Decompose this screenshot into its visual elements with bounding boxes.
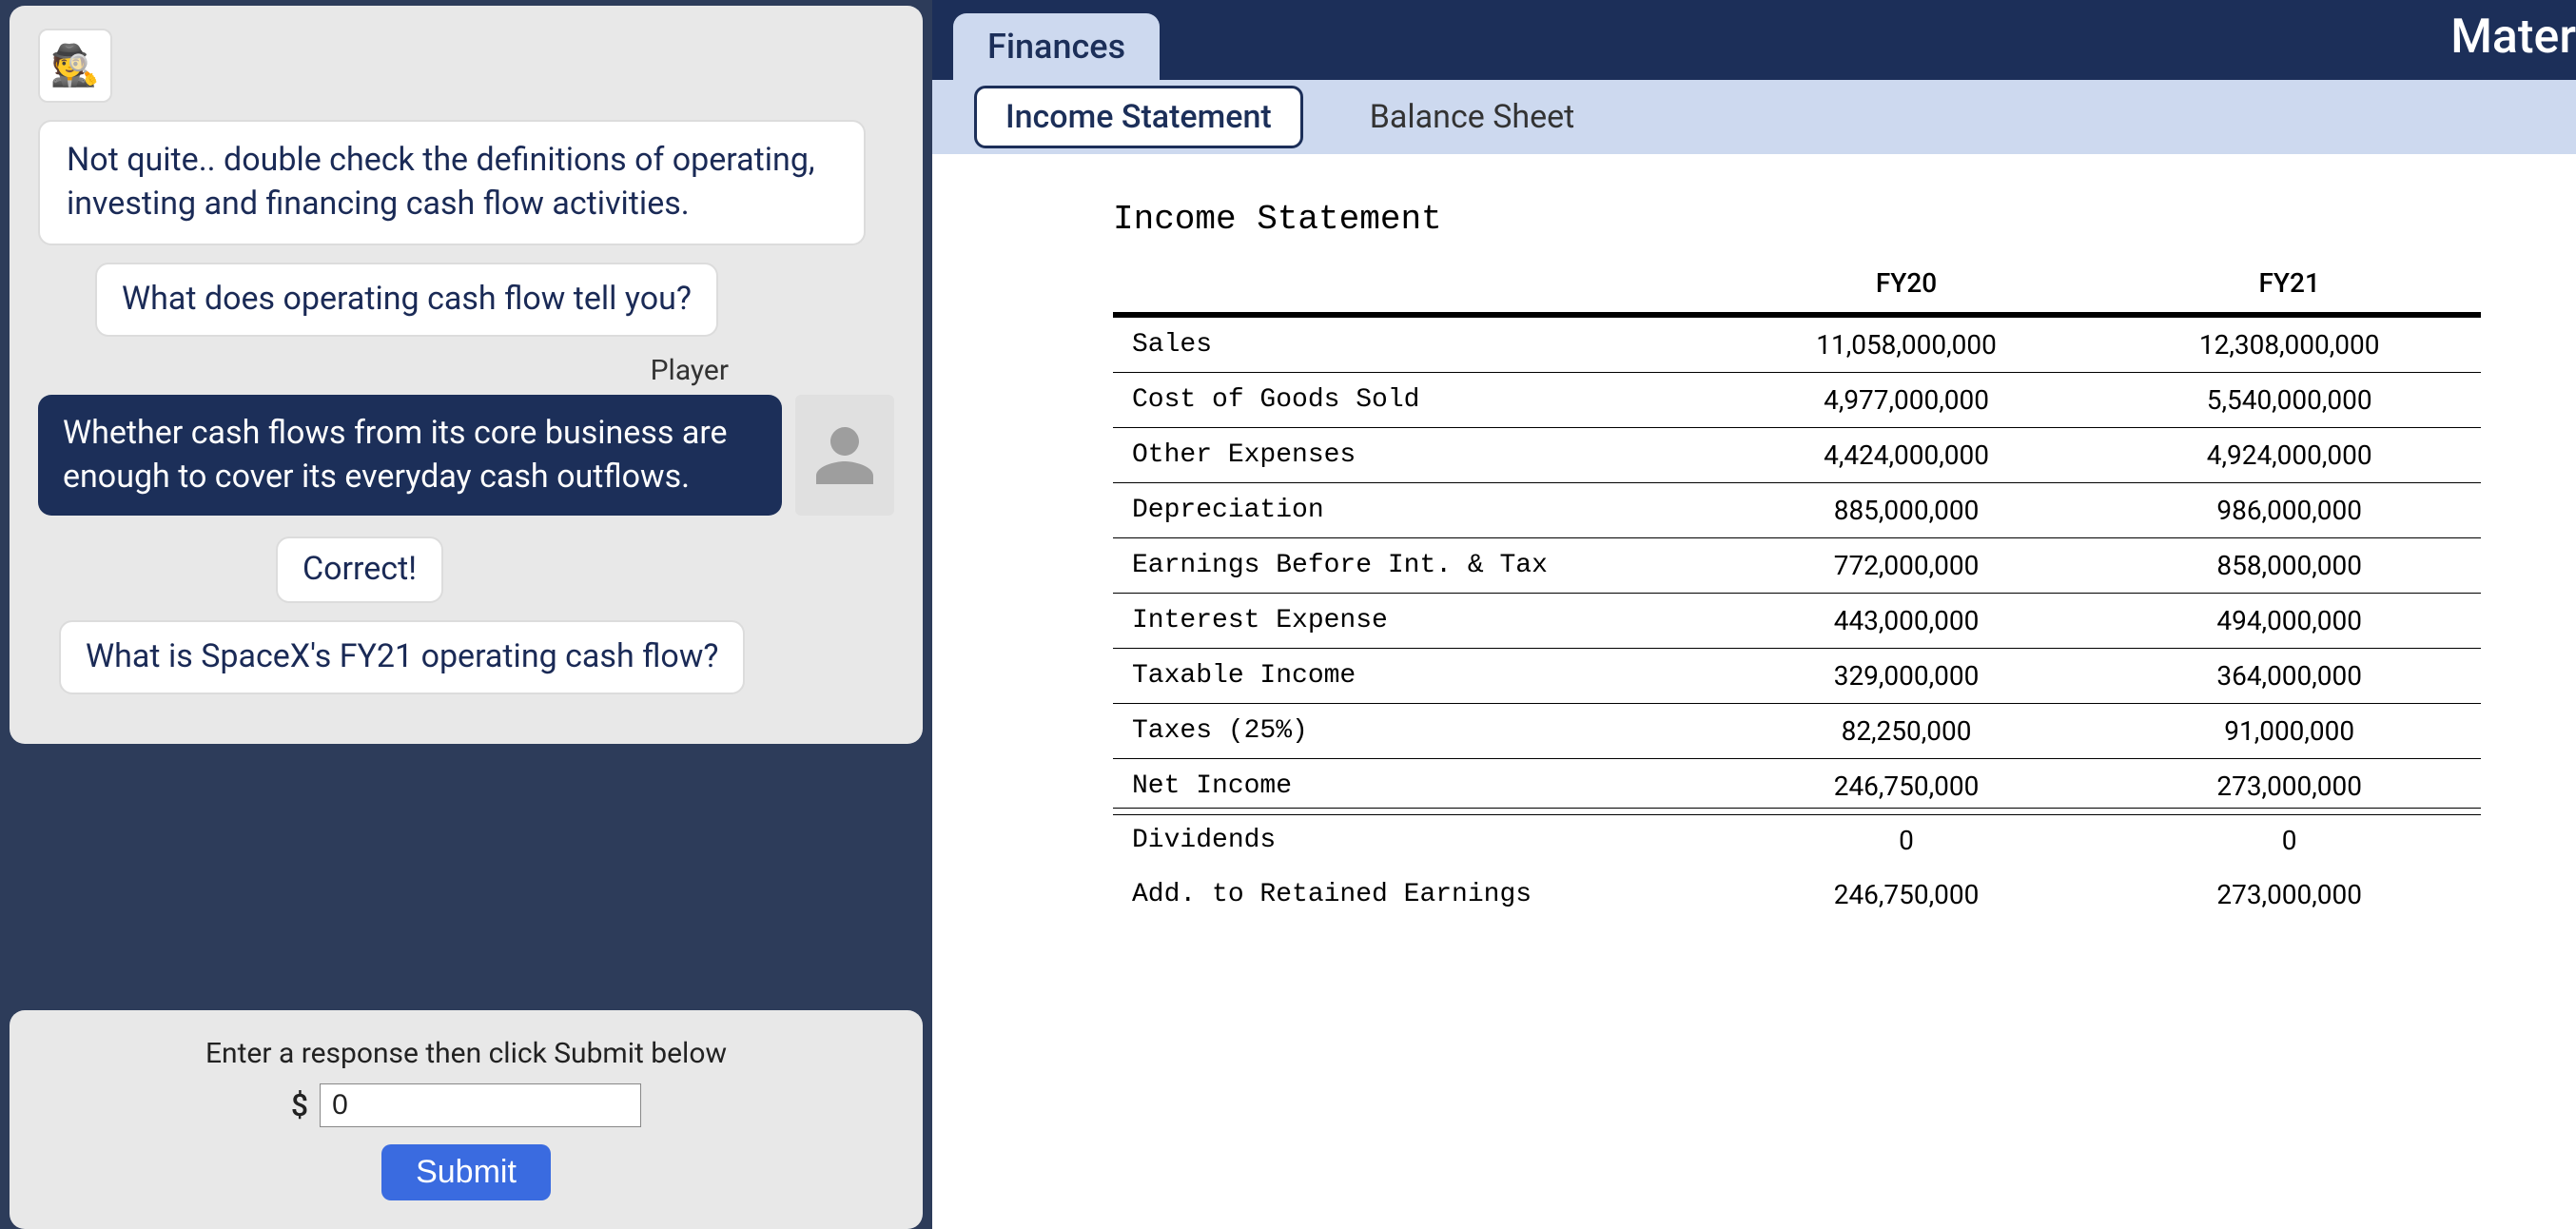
top-bar: Finances Mater [932, 0, 2576, 80]
row-label: Interest Expense [1113, 594, 1715, 649]
npc-avatar-glyph: 🕵️ [50, 43, 100, 89]
col-header-fy20: FY20 [1715, 260, 2098, 315]
table-row: Depreciation885,000,000986,000,000 [1113, 483, 2481, 538]
row-label: Cost of Goods Sold [1113, 373, 1715, 428]
row-label: Depreciation [1113, 483, 1715, 538]
row-value-fy20: 885,000,000 [1715, 483, 2098, 538]
row-value-fy20: 246,750,000 [1715, 868, 2098, 922]
response-input[interactable] [320, 1083, 641, 1127]
row-label: Sales [1113, 315, 1715, 373]
row-value-fy21: 91,000,000 [2098, 704, 2481, 759]
npc-message: Correct! [276, 536, 443, 603]
input-prompt: Enter a response then click Submit below [38, 1037, 894, 1070]
row-label: Net Income [1113, 759, 1715, 814]
col-header-fy21: FY21 [2098, 260, 2481, 315]
app-title: Mater [2450, 10, 2576, 65]
row-label: Taxable Income [1113, 649, 1715, 704]
row-label: Taxes (25%) [1113, 704, 1715, 759]
income-statement-table: FY20 FY21 Sales11,058,000,00012,308,000,… [1113, 260, 2481, 922]
input-row: $ [38, 1083, 894, 1127]
row-value-fy21: 364,000,000 [2098, 649, 2481, 704]
row-value-fy20: 11,058,000,000 [1715, 315, 2098, 373]
row-label: Dividends [1113, 813, 1715, 868]
npc-message: What is SpaceX's FY21 operating cash flo… [59, 620, 745, 694]
chat-panel: 🕵️ Not quite.. double check the definiti… [0, 0, 932, 1229]
table-row: Taxes (25%)82,250,00091,000,000 [1113, 704, 2481, 759]
npc-message: Not quite.. double check the definitions… [38, 120, 866, 245]
row-value-fy20: 4,424,000,000 [1715, 428, 2098, 483]
response-input-area: Enter a response then click Submit below… [10, 1010, 923, 1229]
row-value-fy20: 0 [1715, 813, 2098, 868]
table-row: Add. to Retained Earnings246,750,000273,… [1113, 868, 2481, 922]
row-value-fy20: 82,250,000 [1715, 704, 2098, 759]
tab-finances[interactable]: Finances [953, 13, 1160, 80]
subtab-income-statement[interactable]: Income Statement [974, 86, 1303, 148]
row-value-fy20: 329,000,000 [1715, 649, 2098, 704]
npc-avatar: 🕵️ [38, 29, 112, 103]
row-value-fy21: 0 [2098, 813, 2481, 868]
row-value-fy21: 273,000,000 [2098, 759, 2481, 814]
row-value-fy20: 4,977,000,000 [1715, 373, 2098, 428]
row-value-fy21: 986,000,000 [2098, 483, 2481, 538]
row-value-fy20: 443,000,000 [1715, 594, 2098, 649]
table-body: Sales11,058,000,00012,308,000,000Cost of… [1113, 315, 2481, 922]
submit-button[interactable]: Submit [381, 1144, 551, 1200]
statement-content: Income Statement FY20 FY21 Sales11,058,0… [932, 154, 2576, 1229]
row-value-fy20: 246,750,000 [1715, 759, 2098, 814]
npc-message: What does operating cash flow tell you? [95, 263, 718, 337]
data-panel: Finances Mater Income Statement Balance … [932, 0, 2576, 1229]
row-label: Add. to Retained Earnings [1113, 868, 1715, 922]
table-row: Earnings Before Int. & Tax772,000,000858… [1113, 538, 2481, 594]
person-icon [810, 421, 879, 490]
subtab-balance-sheet[interactable]: Balance Sheet [1341, 88, 1604, 146]
player-label: Player [38, 354, 894, 387]
player-message: Whether cash flows from its core busines… [38, 395, 782, 517]
row-label: Earnings Before Int. & Tax [1113, 538, 1715, 594]
player-avatar [795, 395, 894, 517]
currency-symbol: $ [291, 1087, 308, 1123]
row-value-fy21: 273,000,000 [2098, 868, 2481, 922]
table-row: Interest Expense443,000,000494,000,000 [1113, 594, 2481, 649]
table-row: Cost of Goods Sold4,977,000,0005,540,000… [1113, 373, 2481, 428]
row-value-fy21: 5,540,000,000 [2098, 373, 2481, 428]
table-row: Net Income246,750,000273,000,000 [1113, 759, 2481, 814]
row-value-fy20: 772,000,000 [1715, 538, 2098, 594]
row-value-fy21: 12,308,000,000 [2098, 315, 2481, 373]
row-value-fy21: 858,000,000 [2098, 538, 2481, 594]
table-row: Dividends00 [1113, 813, 2481, 868]
player-message-row: Whether cash flows from its core busines… [38, 395, 894, 517]
statement-title: Income Statement [1113, 200, 2481, 239]
row-value-fy21: 494,000,000 [2098, 594, 2481, 649]
row-value-fy21: 4,924,000,000 [2098, 428, 2481, 483]
chat-scroll-area: 🕵️ Not quite.. double check the definiti… [10, 6, 923, 744]
row-label: Other Expenses [1113, 428, 1715, 483]
col-header-label [1113, 260, 1715, 315]
table-row: Taxable Income329,000,000364,000,000 [1113, 649, 2481, 704]
sub-tab-bar: Income Statement Balance Sheet [932, 80, 2576, 154]
table-row: Sales11,058,000,00012,308,000,000 [1113, 315, 2481, 373]
table-row: Other Expenses4,424,000,0004,924,000,000 [1113, 428, 2481, 483]
